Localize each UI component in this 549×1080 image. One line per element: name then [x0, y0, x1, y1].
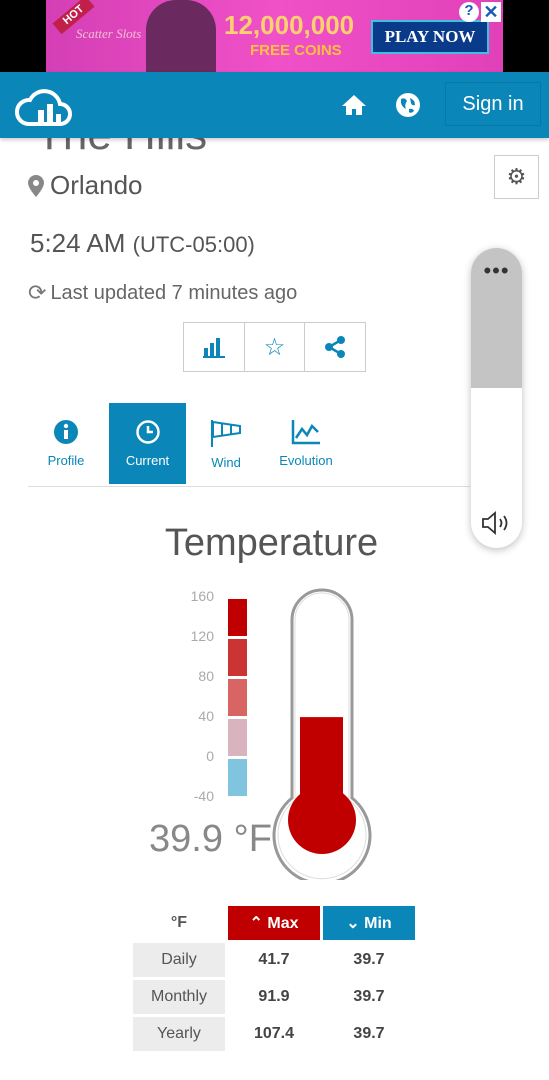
unit-header: °F	[170, 914, 188, 931]
last-updated: ⟳ Last updated 7 minutes ago	[28, 280, 297, 306]
star-icon: ☆	[263, 333, 286, 361]
info-icon	[54, 420, 78, 444]
ad-content[interactable]: HOT Scatter Slots 12,000,000 FREE COINS …	[46, 0, 503, 72]
ad-brand: Scatter Slots	[76, 26, 142, 41]
thermometer-fill	[300, 717, 343, 820]
scale-band	[228, 759, 247, 796]
scale-band	[228, 719, 247, 756]
row-label: Daily	[133, 943, 225, 977]
temperature-scale: 160 120 80 40 0 -40	[180, 588, 250, 808]
max-value: 41.7	[258, 951, 290, 968]
scale-tick-label: 80	[198, 668, 214, 684]
min-header[interactable]: ⌄ Min	[323, 906, 415, 940]
scale-tick-label: -40	[193, 788, 214, 804]
max-label: Max	[267, 915, 299, 932]
tab-label: Wind	[211, 455, 241, 470]
min-value: 39.7	[353, 988, 385, 1005]
tab-evolution[interactable]: Evolution	[266, 403, 346, 484]
location: Orlando	[28, 170, 143, 201]
station-tabs: Profile Current Wind Evolution	[28, 403, 346, 484]
min-value: 39.7	[353, 951, 385, 968]
table-row: Monthly 91.9 39.7	[133, 980, 415, 1014]
scale-tick-label: 0	[206, 748, 214, 764]
max-value: 107.4	[253, 1025, 295, 1042]
chevron-up-icon: ⌃	[249, 915, 263, 932]
ad-close-icon[interactable]: ✕	[481, 2, 501, 22]
local-time: 5:24 AM (UTC-05:00)	[30, 228, 255, 259]
tab-current[interactable]: Current	[109, 403, 186, 484]
speaker-icon[interactable]	[481, 510, 511, 536]
tab-label: Current	[125, 453, 170, 468]
windsock-icon	[211, 420, 241, 447]
last-updated-text: Last updated 7 minutes ago	[50, 281, 298, 304]
city-name: Orlando	[50, 170, 143, 200]
chevron-down-icon: ⌄	[346, 915, 360, 932]
scale-band	[228, 599, 247, 636]
current-temperature: 39.9 °F	[149, 818, 272, 860]
row-label: Monthly	[133, 980, 225, 1014]
scale-tick-label: 40	[198, 708, 214, 724]
settings-gear-icon[interactable]: ⚙	[494, 155, 539, 199]
scale-tick-label: 160	[190, 588, 214, 604]
clock-icon	[135, 420, 160, 444]
utc-offset: (UTC-05:00)	[132, 232, 255, 257]
tab-profile[interactable]: Profile	[28, 403, 104, 484]
min-value: 39.7	[353, 1025, 385, 1042]
tab-label: Evolution	[279, 453, 333, 468]
table-row: Daily 41.7 39.7	[133, 943, 415, 977]
scale-band	[228, 679, 247, 716]
ad-info-icon[interactable]: ?	[459, 2, 479, 22]
scale-tick-label: 120	[190, 628, 214, 644]
stats-button[interactable]	[184, 323, 245, 371]
ad-play-now-button[interactable]: PLAY NOW	[371, 20, 489, 54]
tab-label: Profile	[47, 453, 85, 468]
action-button-group: ☆	[183, 322, 366, 372]
map-pin-icon	[28, 174, 44, 197]
tab-wind[interactable]: Wind	[186, 403, 266, 484]
logo-cloud-icon[interactable]	[14, 82, 72, 128]
refresh-icon[interactable]: ⟳	[28, 280, 46, 306]
bull-image	[146, 0, 216, 72]
time-value: 5:24 AM	[30, 228, 126, 258]
scale-band	[228, 639, 247, 676]
globe-icon[interactable]	[396, 93, 420, 117]
row-label: Yearly	[133, 1017, 225, 1051]
more-options-icon[interactable]: •••	[471, 258, 522, 284]
share-button[interactable]	[305, 323, 365, 371]
temperature-title: Temperature	[164, 522, 379, 564]
ad-headline: 12,000,000	[224, 10, 355, 40]
tabs-divider	[28, 486, 470, 487]
top-navbar: Sign in	[0, 72, 549, 138]
ad-subline: FREE COINS	[250, 42, 342, 59]
line-chart-icon	[291, 420, 320, 445]
min-label: Min	[364, 915, 392, 932]
temperature-stats-table: °F ⌃ Max ⌄ Min Daily 41.7 39.7 Monthly 91.9…	[130, 903, 418, 1054]
share-icon	[325, 336, 346, 358]
sign-in-button[interactable]: Sign in	[445, 82, 541, 126]
ad-banner[interactable]: HOT Scatter Slots 12,000,000 FREE COINS …	[0, 0, 549, 72]
max-value: 91.9	[258, 988, 290, 1005]
max-header[interactable]: ⌃ Max	[228, 906, 320, 940]
table-row: Yearly 107.4 39.7	[133, 1017, 415, 1051]
thermometer-graphic	[272, 588, 372, 880]
home-icon[interactable]	[341, 94, 367, 116]
volume-panel: •••	[471, 248, 522, 548]
favorite-button[interactable]: ☆	[245, 323, 306, 371]
bar-chart-icon	[202, 338, 225, 358]
